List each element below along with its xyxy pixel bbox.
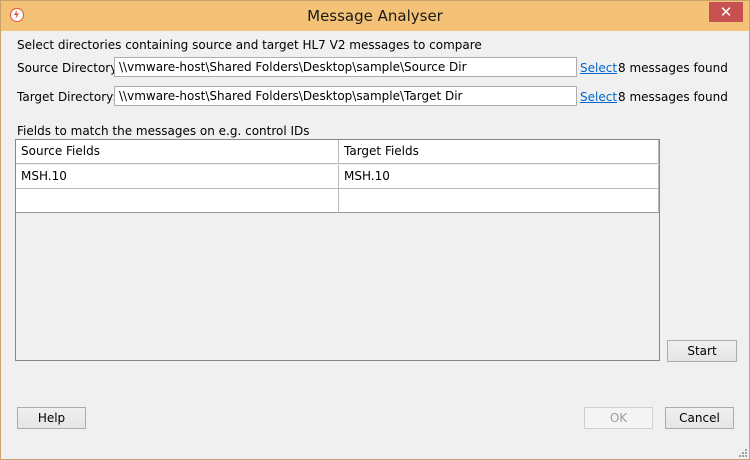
message-analyser-window: Message Analyser ✕ Select directories co… [0, 0, 750, 460]
resize-grip-icon[interactable] [737, 447, 747, 457]
target-status-text: 8 messages found [618, 90, 728, 104]
source-directory-label: Source Directory: [17, 61, 121, 75]
source-directory-input[interactable]: \\vmware-host\Shared Folders\Desktop\sam… [114, 57, 577, 77]
column-header-source-fields[interactable]: Source Fields [16, 140, 339, 164]
fields-grid[interactable]: Source Fields Target Fields MSH.10 MSH.1… [15, 139, 660, 361]
help-button[interactable]: Help [17, 407, 86, 429]
start-button[interactable]: Start [667, 340, 737, 362]
window-title: Message Analyser [307, 7, 443, 25]
source-select-link[interactable]: Select [580, 61, 617, 75]
close-button[interactable]: ✕ [709, 2, 743, 22]
title-bar[interactable]: Message Analyser ✕ [1, 1, 749, 31]
source-status-text: 8 messages found [618, 61, 728, 75]
target-directory-label: Target Directory: [17, 90, 117, 104]
grid-cell-target[interactable]: MSH.10 [339, 165, 659, 189]
grid-cell-source[interactable]: MSH.10 [16, 165, 339, 189]
grid-cell-source-new-row[interactable] [16, 189, 339, 213]
cancel-button[interactable]: Cancel [665, 407, 734, 429]
fields-label: Fields to match the messages on e.g. con… [17, 124, 310, 138]
column-header-target-fields[interactable]: Target Fields [339, 140, 659, 164]
target-select-link[interactable]: Select [580, 90, 617, 104]
intro-text: Select directories containing source and… [17, 38, 482, 52]
ok-button: OK [584, 407, 653, 429]
dialog-body: Select directories containing source and… [9, 31, 743, 453]
grid-cell-target-new-row[interactable] [339, 189, 659, 213]
target-directory-input[interactable]: \\vmware-host\Shared Folders\Desktop\sam… [114, 86, 577, 106]
